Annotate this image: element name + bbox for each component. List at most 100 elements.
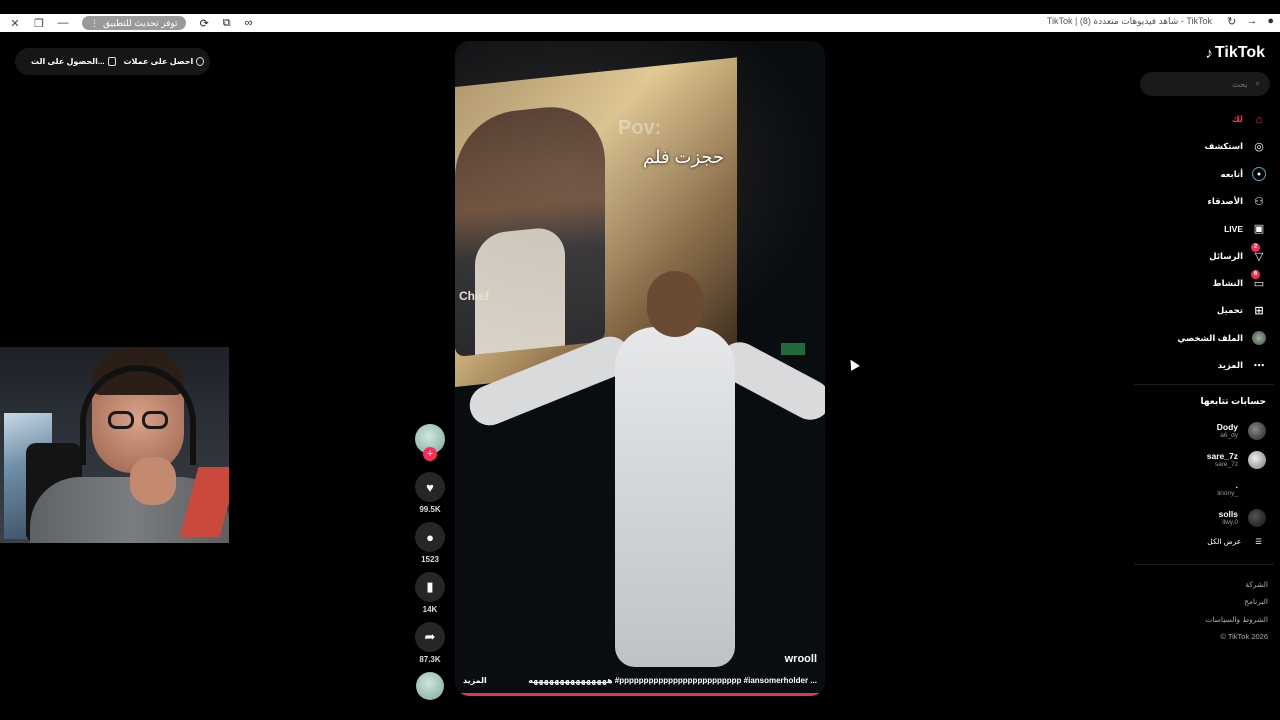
account-item[interactable]: solls llwy.0 (1136, 503, 1266, 532)
logo-text: TikTok (1214, 44, 1265, 61)
heart-icon: ♥ (426, 479, 434, 495)
minimize-icon[interactable]: — (56, 16, 70, 30)
footer-link-company[interactable]: الشركة (1205, 576, 1268, 593)
account-name: sare_7z (1206, 451, 1238, 461)
save-button[interactable]: ▮ (415, 572, 445, 602)
see-all-label: عرض الكل (1207, 537, 1242, 546)
video-player[interactable]: Pov: حجزت فلم Chief wrooll المزيد هههههه… (455, 41, 825, 696)
mouse-cursor (846, 357, 860, 371)
creator-avatar[interactable]: + (415, 424, 445, 461)
activity-badge: 6 (1251, 270, 1260, 280)
overlay-pov: Pov: (618, 117, 662, 139)
profile-icon (1252, 331, 1266, 346)
extension-icon[interactable]: ⧉ (223, 17, 231, 30)
save-count: 14K (422, 605, 438, 614)
close-icon[interactable]: ✕ (8, 16, 22, 30)
get-app-button[interactable]: الحصول على الت... (31, 57, 116, 66)
video-progress-bar[interactable] (455, 693, 822, 696)
video-description-row: المزيد هههههههههههههههه #ppppppppppppppp… (463, 676, 817, 685)
follow-button[interactable]: + (423, 447, 437, 461)
see-all-button[interactable]: عرض الكل ☰ (1207, 537, 1262, 546)
tiktok-note-icon: ♪ (1205, 44, 1213, 62)
reload-icon[interactable]: ↻ (1227, 15, 1236, 28)
sidebar-item-label: تحميل (1216, 305, 1243, 316)
sidebar-item-profile[interactable]: الملف الشخصي (1136, 324, 1266, 351)
sidebar-item-label: الأصدقاء (1207, 196, 1243, 207)
video-author[interactable]: wrooll (785, 653, 817, 665)
footer-link-terms[interactable]: الشروط والسياسات (1205, 611, 1268, 628)
app-icon[interactable]: ● (1267, 15, 1274, 28)
account-handle: llwy.0 (1222, 519, 1238, 526)
account-item[interactable]: . linony_ (1136, 474, 1266, 503)
footer-link-program[interactable]: البرنامج (1205, 593, 1268, 610)
restore-icon[interactable]: ❐ (32, 16, 46, 30)
sidebar-item-more[interactable]: المزيد ⋯ (1136, 352, 1266, 379)
update-available-button[interactable]: ⋮ توفر تحديث للتطبيق (82, 16, 186, 30)
like-button[interactable]: ♥ (415, 472, 445, 502)
forward-icon[interactable]: → (1246, 15, 1257, 28)
update-label: توفر تحديث للتطبيق (103, 17, 178, 28)
comment-icon: ● (426, 529, 434, 545)
divider (1134, 564, 1274, 565)
get-coins-label: احصل على عملات (123, 57, 194, 66)
video-description: هههههههههههههههه #pppppppppppppppppppppp… (528, 676, 817, 685)
home-icon: ⌂ (1255, 113, 1263, 126)
browser-nav: ↻ → ● (1227, 15, 1274, 28)
get-coins-button[interactable]: احصل على عملات (124, 57, 205, 66)
sidebar-item-label: المزيد (1217, 359, 1243, 370)
extension-bar: ⟳ ⧉ ∞ (200, 17, 253, 30)
account-item[interactable]: sare_7z sare_7z (1136, 445, 1266, 474)
footer-copyright: © TikTok 2026 (1220, 632, 1268, 642)
account-handle: linony_ (1217, 490, 1238, 497)
more-icon: ⋯ (1253, 359, 1265, 372)
sidebar-item-label: الرسائل (1209, 250, 1243, 261)
divider (1134, 384, 1274, 385)
sidebar: ♪ TikTok بحث ⌕ لك ⌂ استكشف ◎ أتابعه ● ال… (1130, 32, 1280, 720)
glasses (108, 411, 172, 431)
tiktok-logo[interactable]: ♪ TikTok (1205, 44, 1265, 62)
get-coins-bar: الحصول على الت... احصل على عملات (15, 48, 210, 75)
sidebar-item-explore[interactable]: استكشف ◎ (1136, 133, 1266, 160)
sidebar-item-upload[interactable]: تحميل ⊞ (1136, 297, 1266, 324)
account-avatar (1248, 479, 1266, 498)
sidebar-item-friends[interactable]: الأصدقاء ⚇ (1136, 188, 1266, 215)
account-avatar (1248, 450, 1266, 469)
window-controls: ✕ ❐ — (0, 16, 70, 30)
sidebar-item-label: لك (1231, 114, 1243, 125)
phone-icon (107, 57, 116, 66)
sidebar-item-label: النشاط (1212, 277, 1243, 288)
sidebar-item-for-you[interactable]: لك ⌂ (1136, 106, 1266, 133)
sidebar-item-activity[interactable]: النشاط ▭ 6 (1136, 270, 1266, 297)
sound-avatar[interactable] (416, 672, 444, 700)
more-link[interactable]: المزيد (463, 676, 487, 685)
following-accounts-title: حسابات تتابعها (1200, 396, 1266, 406)
dancer-thobe (615, 327, 735, 667)
account-name: Dody (1216, 422, 1238, 432)
sidebar-item-label: الملف الشخصي (1177, 332, 1243, 343)
share-button[interactable]: ➦ (415, 622, 445, 652)
glasses-icon[interactable]: ∞ (245, 17, 253, 30)
bookmark-icon: ▮ (426, 579, 434, 594)
dancer-head (647, 271, 703, 337)
tab-title: TikTok | شاهد فيديوهات متعددة (8) - TikT… (1046, 16, 1212, 26)
account-avatar (1248, 421, 1266, 440)
comment-button[interactable]: ● (415, 522, 445, 552)
browser-title-bar: ✕ ❐ — ⋮ توفر تحديث للتطبيق ⟳ ⧉ ∞ TikTok … (0, 14, 1280, 32)
sidebar-item-following[interactable]: أتابعه ● (1136, 161, 1266, 188)
sidebar-item-messages[interactable]: الرسائل ▽ 2 (1136, 242, 1266, 269)
share-icon[interactable]: ⟳ (200, 17, 209, 30)
search-icon: ⌕ (1255, 79, 1260, 88)
search-input[interactable]: بحث ⌕ (1140, 72, 1270, 96)
dancing-man (463, 271, 825, 681)
action-rail: + ♥ 99.5K ● 1523 ▮ 14K ➦ 87.3K (414, 424, 446, 700)
friends-icon: ⚇ (1254, 196, 1264, 209)
like-count: 99.5K (419, 505, 441, 514)
account-handle: sare_7z (1214, 461, 1238, 468)
film-watermark: Chief (459, 289, 489, 303)
sidebar-nav: لك ⌂ استكشف ◎ أتابعه ● الأصدقاء ⚇ LIVE ▣… (1136, 106, 1266, 379)
live-icon: ▣ (1253, 223, 1265, 236)
account-avatar (1248, 508, 1266, 527)
account-item[interactable]: Dody a6_dy (1136, 416, 1266, 445)
get-app-label: الحصول على الت... (31, 57, 105, 66)
sidebar-item-live[interactable]: LIVE ▣ (1136, 215, 1266, 242)
